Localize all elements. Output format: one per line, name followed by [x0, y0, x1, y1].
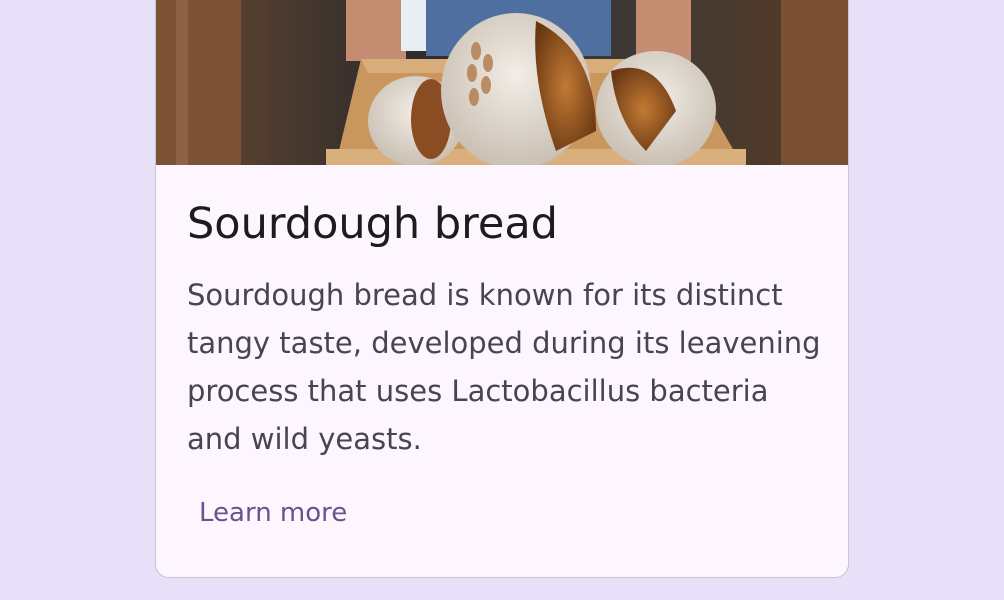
learn-more-button[interactable]: Learn more: [187, 487, 359, 539]
card-description: Sourdough bread is known for its distinc…: [187, 278, 821, 456]
card-title: Sourdough bread: [187, 199, 558, 249]
bread-photo: [156, 0, 848, 165]
bread-card: Sourdough bread Sourdough bread is known…: [155, 0, 849, 578]
